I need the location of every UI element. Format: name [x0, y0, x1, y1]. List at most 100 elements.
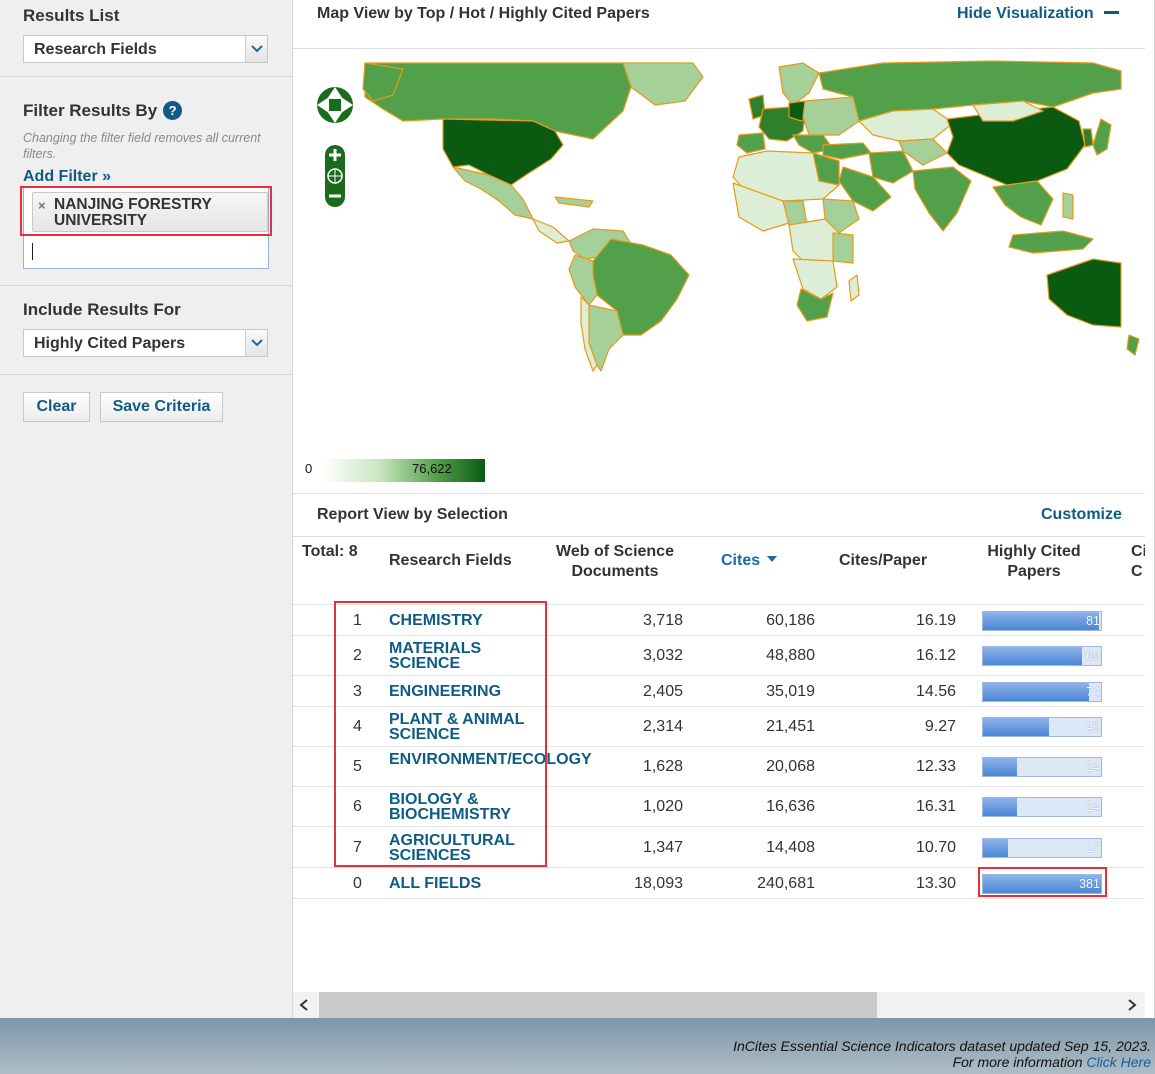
- map-legend: 0 76,622: [305, 459, 485, 482]
- region-new-zealand: [1126, 334, 1140, 356]
- footer: InCites Essential Science Indicators dat…: [0, 1018, 1155, 1074]
- hcp-bar-value: 69: [1086, 649, 1100, 663]
- sort-desc-icon: [766, 556, 777, 562]
- main-panel: Map View by Top / Hot / Highly Cited Pap…: [293, 0, 1155, 1018]
- row-field-link[interactable]: ALL FIELDS: [389, 875, 539, 891]
- row-docs: 1,020: [642, 798, 683, 815]
- include-results-value: Highly Cited Papers: [34, 335, 186, 352]
- hcp-bar-value: 74: [1086, 684, 1100, 699]
- hcp-bar-value: 24: [1086, 760, 1100, 774]
- scrollbar-thumb[interactable]: [319, 992, 877, 1018]
- col-wos-documents[interactable]: Web of Science Documents: [545, 542, 685, 582]
- hcp-bar-fill: [983, 798, 1017, 816]
- region-iberia: [736, 132, 766, 154]
- row-docs: 3,032: [642, 647, 683, 664]
- include-section: Include Results For Highly Cited Papers: [0, 286, 292, 375]
- row-docs: 1,347: [642, 838, 683, 856]
- horizontal-scrollbar[interactable]: [293, 992, 1145, 1018]
- row-docs: 3,718: [642, 611, 683, 629]
- add-filter-link[interactable]: Add Filter »: [23, 168, 111, 186]
- chevron-down-icon[interactable]: [245, 36, 267, 62]
- region-indonesia: [1008, 230, 1094, 254]
- hcp-bar[interactable]: 46: [982, 717, 1102, 737]
- row-cites-per-paper: 16.31: [915, 798, 956, 815]
- row-cites: 21,451: [766, 718, 815, 735]
- total-count: Total: 8: [302, 543, 358, 560]
- chevron-left-icon[interactable]: [299, 999, 309, 1011]
- region-india: [912, 166, 972, 232]
- help-icon[interactable]: ?: [163, 101, 183, 120]
- results-list-heading: Results List: [23, 6, 120, 25]
- hcp-bar[interactable]: 17: [982, 837, 1102, 858]
- filter-heading-label: Filter Results By: [23, 101, 158, 120]
- region-southeast-asia: [992, 180, 1054, 226]
- row-cites-per-paper: 13.30: [915, 874, 956, 892]
- clear-button[interactable]: Clear: [23, 392, 90, 422]
- hcp-bar-fill: [983, 718, 1049, 736]
- hcp-bar[interactable]: 69: [982, 646, 1102, 666]
- row-cites: 48,880: [766, 647, 815, 664]
- col-cites-per-paper[interactable]: Cites/Paper: [839, 551, 927, 571]
- col-highly-cited-papers[interactable]: Highly Cited Papers: [973, 542, 1095, 582]
- region-russia: [818, 60, 1122, 122]
- highlight-box: [20, 186, 272, 236]
- legend-min: 0: [305, 461, 313, 476]
- filter-heading: Filter Results By?: [23, 101, 183, 121]
- region-iran: [868, 150, 914, 184]
- report-header: Report View by Selection Customize: [293, 494, 1145, 537]
- include-heading: Include Results For: [23, 300, 181, 319]
- region-caribbean: [554, 196, 594, 208]
- report-title: Report View by Selection: [317, 506, 508, 523]
- chevron-right-icon[interactable]: [1127, 999, 1137, 1011]
- highlight-box: [334, 601, 547, 867]
- save-criteria-button[interactable]: Save Criteria: [100, 392, 223, 422]
- row-cites-per-paper: 16.12: [915, 647, 956, 664]
- chevron-down-icon[interactable]: [245, 330, 267, 356]
- world-map[interactable]: 0 76,622: [293, 48, 1145, 494]
- row-cites-per-paper: 10.70: [915, 838, 956, 856]
- hcp-bar-fill: [983, 647, 1082, 665]
- region-greenland: [622, 62, 704, 106]
- hcp-bar[interactable]: 81: [982, 610, 1102, 631]
- region-japan: [1092, 118, 1112, 156]
- row-cites-per-paper: 14.56: [915, 682, 956, 700]
- click-here-link[interactable]: Click Here: [1086, 1054, 1151, 1070]
- text-cursor: [32, 243, 33, 260]
- world-map-graphic[interactable]: [293, 49, 1145, 495]
- row-docs: 2,314: [642, 718, 683, 735]
- hcp-bar-value: 46: [1086, 720, 1100, 734]
- hide-visualization-label: Hide Visualization: [957, 5, 1094, 22]
- region-scandinavia: [778, 62, 820, 106]
- results-list-section: Results List Research Fields: [0, 0, 292, 77]
- row-cites: 35,019: [766, 682, 815, 700]
- hcp-bar[interactable]: 24: [982, 797, 1102, 817]
- col-research-fields[interactable]: Research Fields: [389, 551, 512, 571]
- col-cites-label: Cites: [721, 552, 761, 569]
- row-docs: 18,093: [634, 874, 683, 892]
- region-east-africa: [832, 232, 854, 264]
- map-pan-control[interactable]: [317, 87, 353, 123]
- region-turkey: [822, 142, 872, 160]
- footer-more-info-label: For more information: [952, 1054, 1083, 1070]
- row-cites: 14,408: [766, 838, 815, 856]
- results-list-select[interactable]: Research Fields: [23, 35, 268, 63]
- col-truncated[interactable]: Ci C: [1131, 542, 1145, 582]
- row-cites: 240,681: [757, 874, 815, 892]
- results-list-value: Research Fields: [34, 41, 157, 58]
- region-madagascar: [848, 274, 860, 302]
- row-cites-per-paper: 16.19: [915, 611, 956, 629]
- include-results-select[interactable]: Highly Cited Papers: [23, 329, 268, 357]
- col-cites[interactable]: Cites: [721, 551, 777, 571]
- hcp-bar[interactable]: 74: [982, 681, 1102, 702]
- legend-max: 76,622: [412, 461, 452, 476]
- filter-note: Changing the filter field removes all cu…: [23, 131, 261, 161]
- hcp-bar-fill: [983, 682, 1089, 701]
- hcp-bar[interactable]: 24: [982, 757, 1102, 777]
- customize-link[interactable]: Customize: [1041, 506, 1122, 524]
- row-rank: 0: [353, 874, 362, 892]
- region-eastern-europe: [802, 96, 860, 136]
- hcp-bar-value: 81: [1086, 613, 1100, 628]
- minus-icon: [1103, 11, 1119, 14]
- map-zoom-control[interactable]: [325, 145, 345, 207]
- hide-visualization-link[interactable]: Hide Visualization: [957, 5, 1119, 23]
